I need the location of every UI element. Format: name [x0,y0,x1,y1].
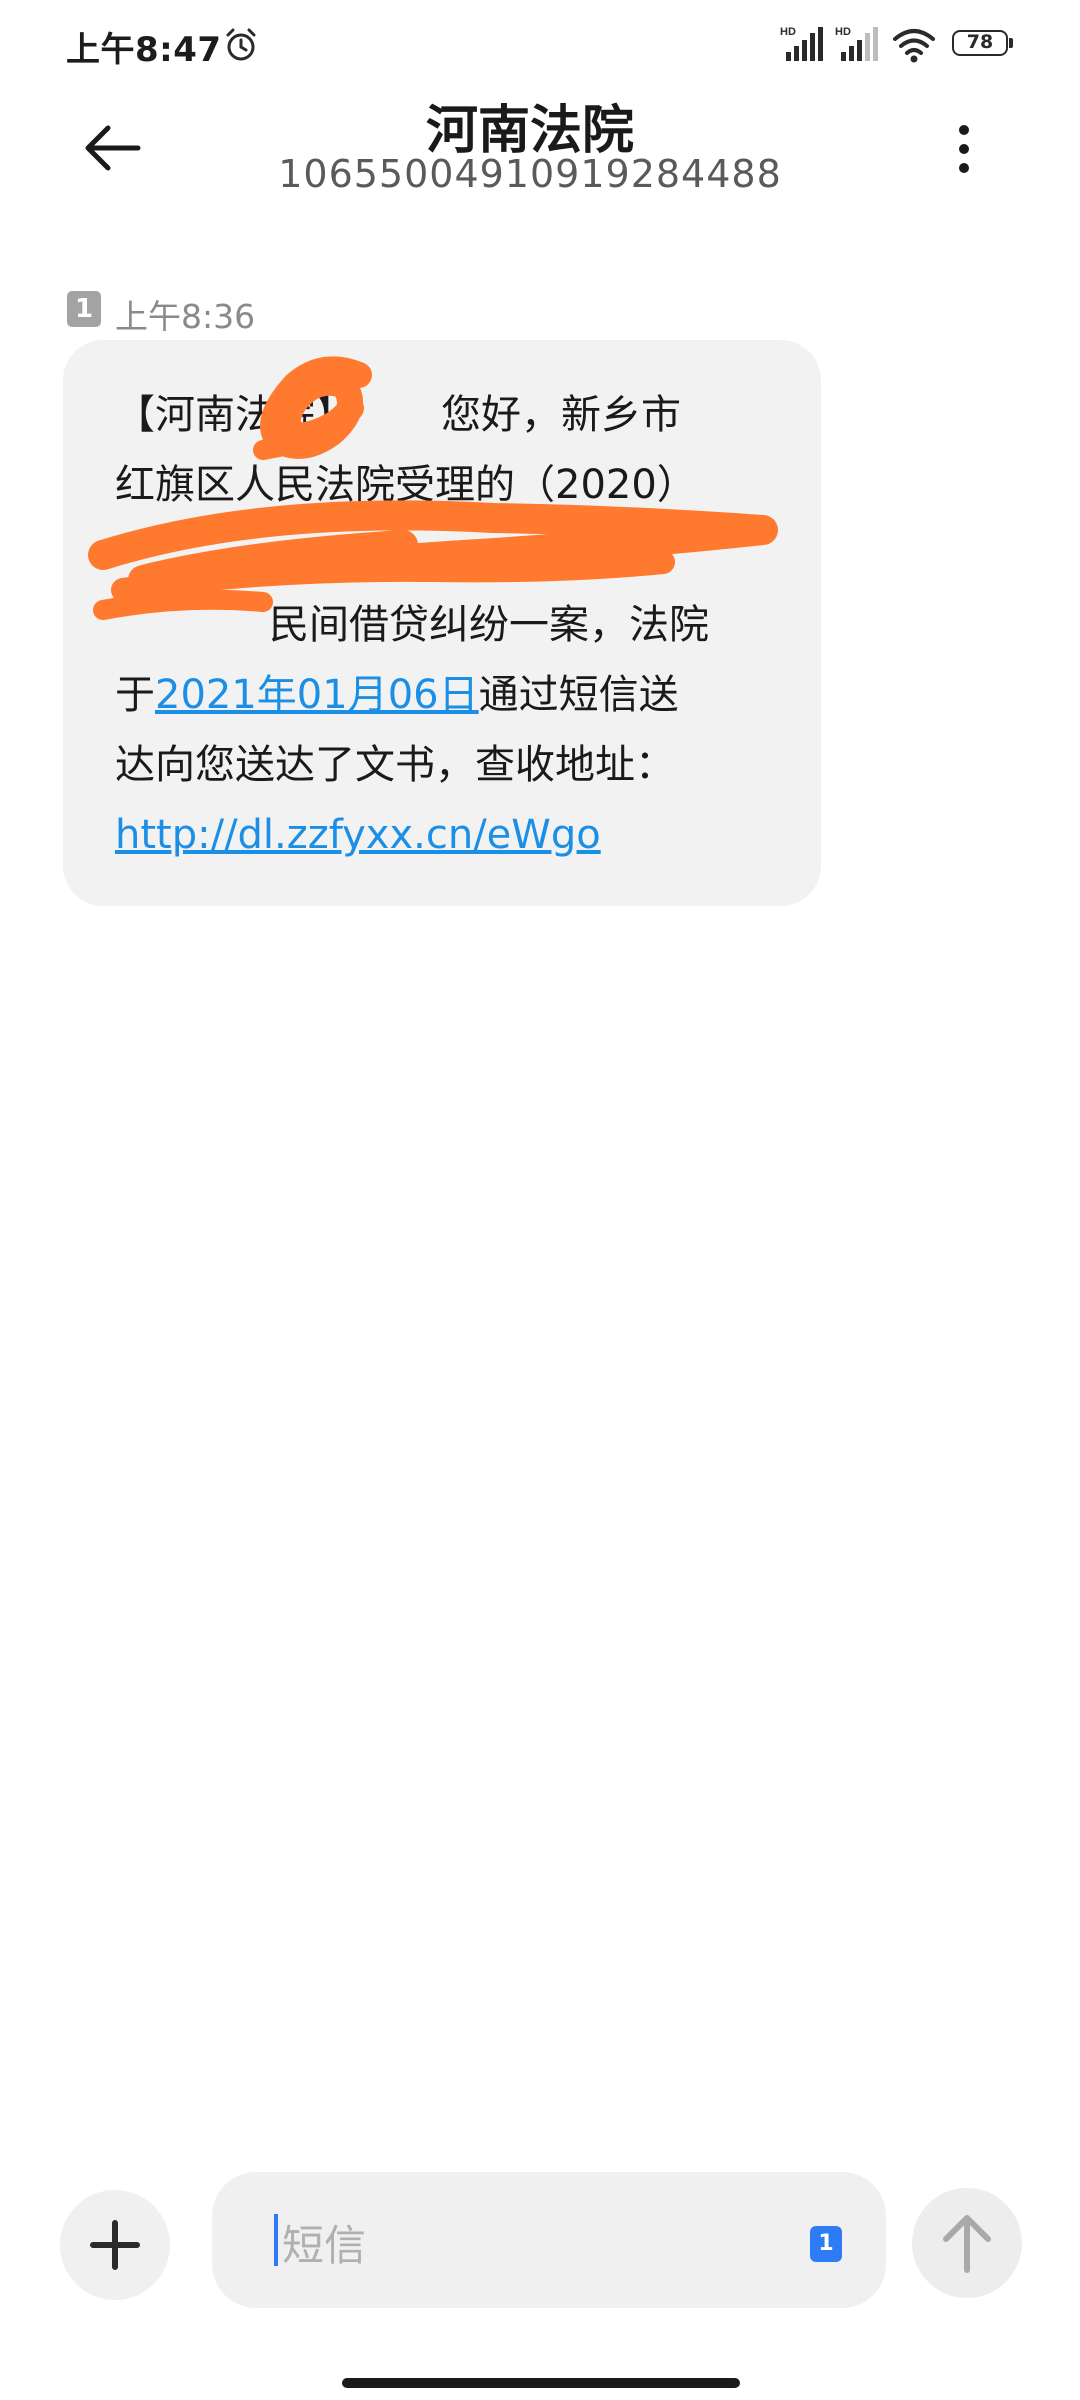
message-text: 于 [115,672,155,718]
home-indicator[interactable] [342,2378,740,2388]
hd-signal-icon: HD [835,26,878,61]
hd-signal-icon: HD [780,26,823,61]
battery-icon: 78 [952,30,1013,60]
message-text: 您好，新乡市 [441,392,681,438]
more-options-button[interactable] [936,118,992,180]
battery-level: 78 [952,30,1008,56]
status-time: 上午8:47 [66,30,222,70]
svg-text:HD: HD [780,26,796,38]
message-line: 达向您送达了文书，查收地址： [115,742,675,788]
add-attachment-button[interactable] [60,2190,170,2300]
message-line: 红旗区人民法院受理的（2020） [115,462,697,508]
send-button[interactable] [912,2188,1022,2298]
sms-conversation-screen: 上午8:47 HD HD 78 河南法院 1065500491091928448… [0,0,1080,2400]
message-body: 【河南法院】 您好，新乡市 红旗区人民法院受理的（2020） 民间借贷纠纷一案，法… [115,380,795,870]
contact-number: 10655004910919284488 [278,152,782,196]
svg-text:HD: HD [835,26,851,38]
arrow-up-icon [943,2215,991,2273]
input-placeholder: 短信 [282,2221,367,2270]
url-link[interactable]: http://dl.zzfyxx.cn/eWgo [115,800,795,870]
plus-icon [90,2220,140,2270]
message-line: 民间借贷纠纷一案，法院 [115,590,795,660]
sender-tag: 【河南法院】 [115,392,355,438]
wifi-icon [893,29,935,63]
message-line: 【河南法院】 您好，新乡市 [115,380,795,450]
message-text: 通过短信送 [478,672,679,718]
sim-badge: 1 [67,291,101,327]
status-bar: 上午8:47 HD HD 78 [0,0,1080,90]
text-cursor [274,2214,278,2266]
message-line-redacted [115,520,795,590]
message-line: 于2021年01月06日通过短信送 [115,660,795,730]
message-bubble[interactable]: 【河南法院】 您好，新乡市 红旗区人民法院受理的（2020） 民间借贷纠纷一案，法… [63,340,821,906]
more-vertical-icon [959,125,969,173]
date-link[interactable]: 2021年01月06日 [155,672,479,718]
message-timestamp: 上午8:36 [115,297,256,336]
sim-select-button[interactable]: 1 [810,2226,842,2262]
message-input[interactable]: 短信 1 [212,2172,886,2308]
message-text: 民间借贷纠纷一案，法院 [269,602,709,648]
alarm-icon [226,28,256,61]
